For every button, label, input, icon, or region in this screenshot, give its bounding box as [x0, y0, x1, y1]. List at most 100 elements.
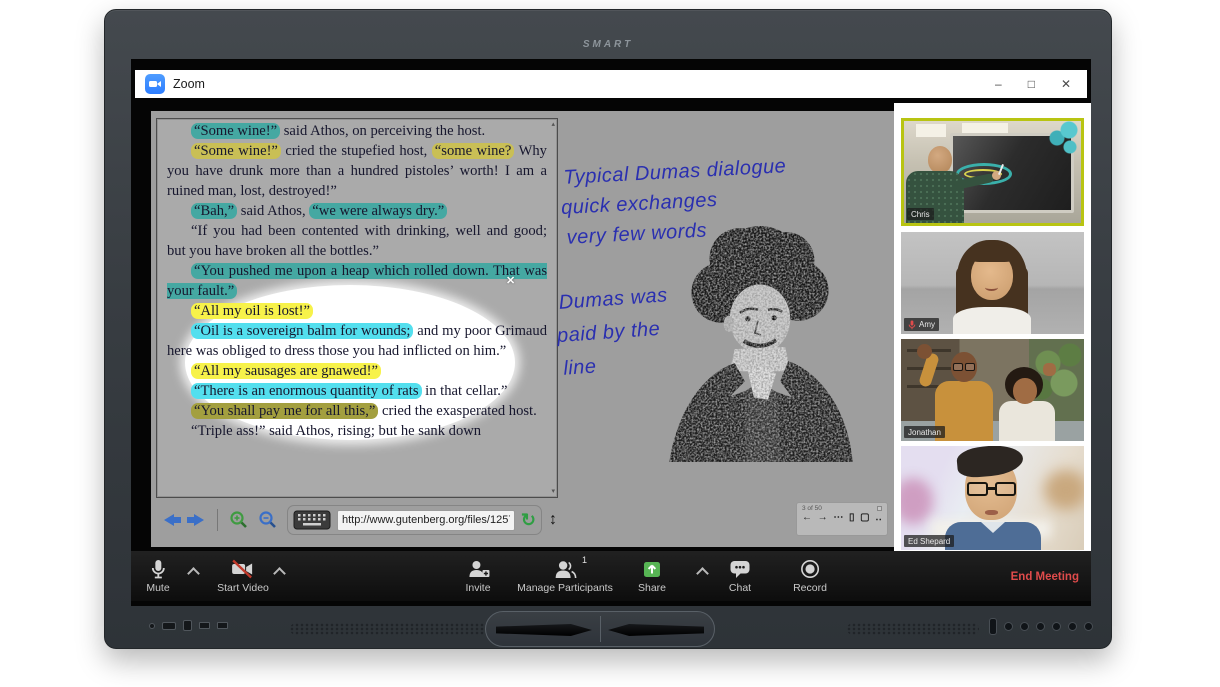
video-off-icon [230, 558, 256, 580]
control-button[interactable] [1036, 622, 1045, 631]
highlighted-text: “You pushed me upon a heap which rolled … [167, 263, 547, 299]
participant-tile-jonathan[interactable]: Jonathan [901, 339, 1084, 441]
participant-name-tag: Jonathan [904, 426, 945, 438]
highlighted-text: “There is an enormous quantity of rats [191, 383, 422, 399]
chat-bubble-icon [728, 558, 752, 580]
mute-options-chevron[interactable] [187, 567, 200, 580]
participant-name: Chris [911, 210, 930, 219]
refresh-button[interactable]: ↻ [521, 511, 536, 529]
pager-page-icon[interactable]: ▯ [849, 513, 855, 523]
participant-name: Amy [919, 320, 935, 329]
document-paragraph: “There is an enormous quantity of rats i… [167, 381, 547, 401]
pen-tray-divider [600, 616, 601, 642]
child-body [999, 401, 1055, 441]
start-video-button[interactable]: Start Video [217, 558, 269, 594]
resize-toolbar-icon[interactable]: ↕ [549, 511, 557, 529]
participant-name-tag: Ed Shepard [904, 535, 954, 547]
camera-body-icon [149, 81, 157, 87]
background-blur [901, 478, 933, 524]
microphone-icon [147, 558, 169, 580]
pager-forward-icon[interactable]: → [818, 513, 828, 523]
control-button[interactable] [1052, 622, 1061, 631]
address-bar-group: ↻ [287, 505, 542, 535]
screen: Zoom – □ ✕ “Some wine!” said Athos, on p… [131, 59, 1091, 606]
control-button[interactable] [1068, 622, 1077, 631]
control-button[interactable] [1084, 622, 1093, 631]
scroll-up-icon[interactable]: ▴ [551, 121, 555, 128]
speaker-grille-left [290, 623, 500, 635]
person-hair [967, 245, 1017, 262]
highlighted-text: “Some wine!” [191, 123, 280, 139]
highlighted-text: “You shall pay me for all this,” [191, 403, 378, 419]
pager-more-icon[interactable]: ⋯ [833, 513, 843, 523]
zoom-out-icon[interactable] [258, 510, 278, 530]
document-paragraph: “You shall pay me for all this,” cried t… [167, 401, 547, 421]
child-face [1013, 378, 1037, 404]
record-button[interactable]: Record [793, 558, 827, 594]
connector-ports [149, 620, 228, 631]
participant-tile-chris[interactable]: Chris [901, 118, 1084, 226]
document-paragraph: “You pushed me upon a heap which rolled … [167, 261, 547, 301]
body-text: “If you had been contented with drinking… [167, 223, 547, 259]
camera-lens-icon [157, 81, 161, 87]
control-buttons [989, 618, 1093, 635]
glasses-icon [965, 363, 975, 371]
pager-back-icon[interactable]: ← [802, 513, 812, 523]
participant-count-badge: 1 [582, 555, 587, 565]
window-scenery [916, 124, 946, 137]
highlighted-text: “some wine? [432, 143, 515, 159]
child-hand [1043, 363, 1056, 376]
body-text: cried the stupefied host, [281, 143, 432, 159]
control-button[interactable] [1020, 622, 1029, 631]
close-button[interactable]: ✕ [1061, 78, 1071, 90]
pager-screen-icon[interactable]: ▢ [860, 513, 869, 523]
document-paragraph: “All my oil is lost!” [167, 301, 547, 321]
participant-tile-amy[interactable]: Amy [901, 232, 1084, 334]
manage-participants-button[interactable]: 1 Manage Participants [517, 558, 613, 594]
pager-more2-icon[interactable]: ‥ [875, 513, 882, 523]
stylus-pen-right[interactable] [608, 624, 704, 636]
chat-button[interactable]: Chat [728, 558, 752, 594]
document-page[interactable]: “Some wine!” said Athos, on perceiving t… [156, 118, 558, 498]
invite-button[interactable]: Invite [465, 558, 490, 594]
forward-icon[interactable] [194, 514, 204, 526]
power-button[interactable] [989, 618, 997, 635]
participants-icon [552, 558, 578, 580]
highlighted-text: “All my sausages are gnawed!” [191, 363, 381, 379]
keyboard-button[interactable] [293, 510, 331, 530]
smartboard-display: SMART Zoom – □ ✕ “Some wine!” [104, 9, 1112, 649]
share-screen-icon [641, 558, 663, 580]
share-options-chevron[interactable] [696, 567, 709, 580]
person-smile [985, 284, 998, 291]
minimize-button[interactable]: – [995, 78, 1002, 90]
zoom-in-icon[interactable] [229, 510, 249, 530]
url-input[interactable] [337, 510, 515, 531]
scroll-down-icon[interactable]: ▾ [551, 488, 555, 495]
body-text: said Athos, [237, 203, 309, 219]
stylus-pen-left[interactable] [496, 624, 592, 636]
chat-label: Chat [729, 582, 751, 594]
end-meeting-button[interactable]: End Meeting [1011, 571, 1079, 583]
highlighted-text: “All my oil is lost!” [191, 303, 313, 319]
highlighted-text: “we were always dry.” [309, 203, 447, 219]
document-paragraph: “Oil is a sovereign balm for wounds; and… [167, 321, 547, 361]
pen-tray [485, 611, 715, 647]
spotlight-close-button[interactable]: ✕ [506, 274, 515, 287]
control-button[interactable] [1004, 622, 1013, 631]
participant-tile-ed[interactable]: Ed Shepard [901, 446, 1084, 550]
back-icon[interactable] [164, 514, 174, 526]
person-body [953, 307, 1031, 334]
share-button[interactable]: Share [638, 558, 666, 594]
page-navigator: 3 of 50 ← → ⋯ ▯ ▢ ‥ [796, 502, 888, 536]
maximize-button[interactable]: □ [1028, 78, 1035, 90]
person-hand [917, 344, 932, 359]
document-paragraph: “Bah,” said Athos, “we were always dry.” [167, 201, 547, 221]
document-paragraph: “Triple ass!” said Athos, rising; but he… [167, 421, 547, 441]
mute-button[interactable]: Mute [146, 558, 169, 594]
person-mouth [985, 510, 998, 515]
body-text: in that cellar.” [422, 383, 508, 399]
zoom-toolbar: Mute Start Video [131, 551, 1091, 601]
zoom-titlebar: Zoom – □ ✕ [135, 70, 1087, 98]
video-options-chevron[interactable] [273, 567, 286, 580]
page-counter-row: 3 of 50 [802, 505, 882, 512]
